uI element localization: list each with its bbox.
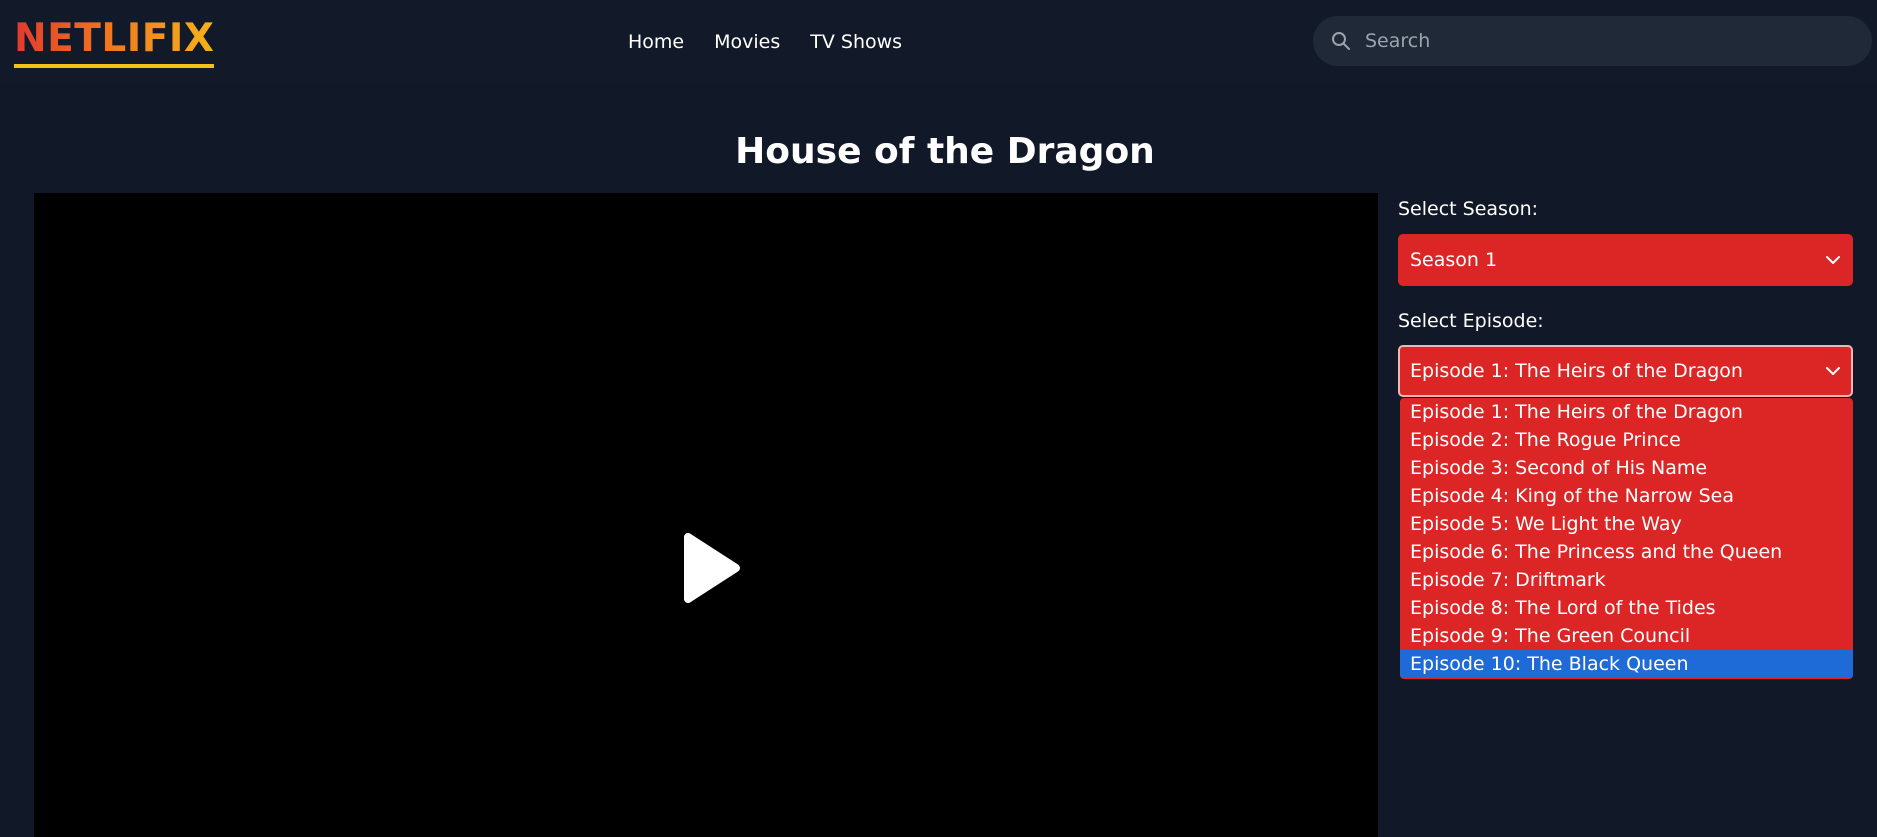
episode-option-highlighted[interactable]: Episode 10: The Black Queen	[1400, 650, 1853, 678]
page-title: House of the Dragon	[735, 131, 1155, 172]
season-select-label: Select Season:	[1398, 198, 1539, 220]
search-icon	[1332, 32, 1350, 50]
play-icon[interactable]	[680, 533, 740, 603]
episode-option[interactable]: Episode 8: The Lord of the Tides	[1400, 594, 1853, 622]
episode-option[interactable]: Episode 7: Driftmark	[1400, 566, 1853, 594]
header: NETLIFIX Home Movies TV Shows	[0, 0, 1877, 84]
episode-select-value: Episode 1: The Heirs of the Dragon	[1410, 360, 1743, 382]
nav-home[interactable]: Home	[628, 28, 684, 56]
main-nav: Home Movies TV Shows	[628, 28, 902, 56]
video-player[interactable]	[34, 193, 1378, 837]
episode-option[interactable]: Episode 9: The Green Council	[1400, 622, 1853, 650]
chevron-down-icon	[1826, 367, 1840, 375]
nav-tv-shows[interactable]: TV Shows	[810, 28, 902, 56]
search-bar[interactable]	[1313, 16, 1872, 66]
episode-option[interactable]: Episode 5: We Light the Way	[1400, 510, 1853, 538]
search-input[interactable]	[1363, 16, 1853, 66]
episode-option[interactable]: Episode 6: The Princess and the Queen	[1400, 538, 1853, 566]
season-select-value: Season 1	[1410, 249, 1498, 271]
episode-option[interactable]: Episode 3: Second of His Name	[1400, 454, 1853, 482]
episode-option[interactable]: Episode 1: The Heirs of the Dragon	[1400, 398, 1853, 426]
logo[interactable]: NETLIFIX	[14, 16, 215, 68]
episode-option[interactable]: Episode 2: The Rogue Prince	[1400, 426, 1853, 454]
episode-select[interactable]: Episode 1: The Heirs of the Dragon	[1398, 345, 1853, 397]
nav-movies[interactable]: Movies	[714, 28, 780, 56]
season-select[interactable]: Season 1	[1398, 234, 1853, 286]
episode-select-label: Select Episode:	[1398, 310, 1544, 332]
episode-dropdown-list: Episode 1: The Heirs of the Dragon Episo…	[1400, 398, 1853, 679]
episode-option[interactable]: Episode 4: King of the Narrow Sea	[1400, 482, 1853, 510]
chevron-down-icon	[1826, 256, 1840, 264]
